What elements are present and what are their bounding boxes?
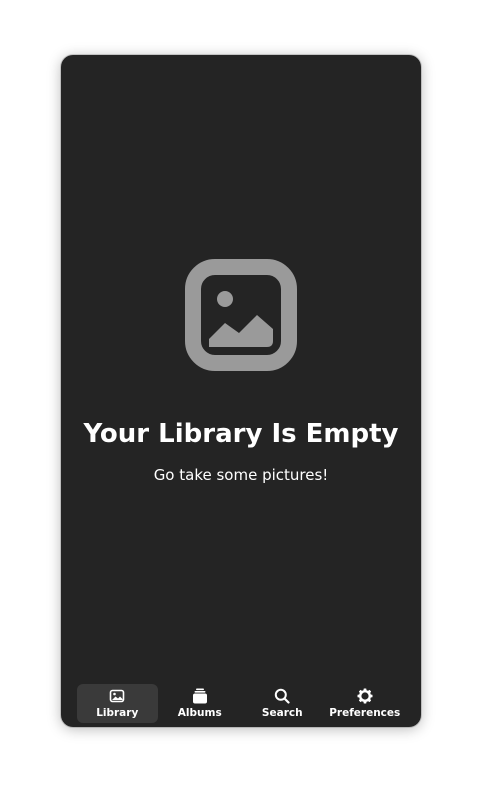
tab-library-label: Library [96, 707, 139, 719]
app-window: Your Library Is Empty Go take some pictu… [61, 55, 421, 727]
tab-library[interactable]: Library [77, 684, 158, 723]
gear-icon [357, 688, 373, 704]
tab-albums[interactable]: Albums [160, 684, 241, 723]
tab-search[interactable]: Search [242, 684, 323, 723]
tab-albums-label: Albums [177, 707, 222, 719]
empty-state-subtitle: Go take some pictures! [153, 466, 329, 484]
albums-icon [192, 688, 207, 704]
empty-state-title: Your Library Is Empty [83, 419, 399, 449]
tab-preferences-label: Preferences [329, 707, 401, 719]
tab-preferences[interactable]: Preferences [325, 684, 406, 723]
library-icon [109, 689, 125, 703]
image-icon [185, 259, 297, 371]
tab-search-label: Search [261, 707, 303, 719]
bottom-tab-bar: Library Albums Search Preferences [77, 684, 405, 723]
search-icon [275, 688, 290, 704]
